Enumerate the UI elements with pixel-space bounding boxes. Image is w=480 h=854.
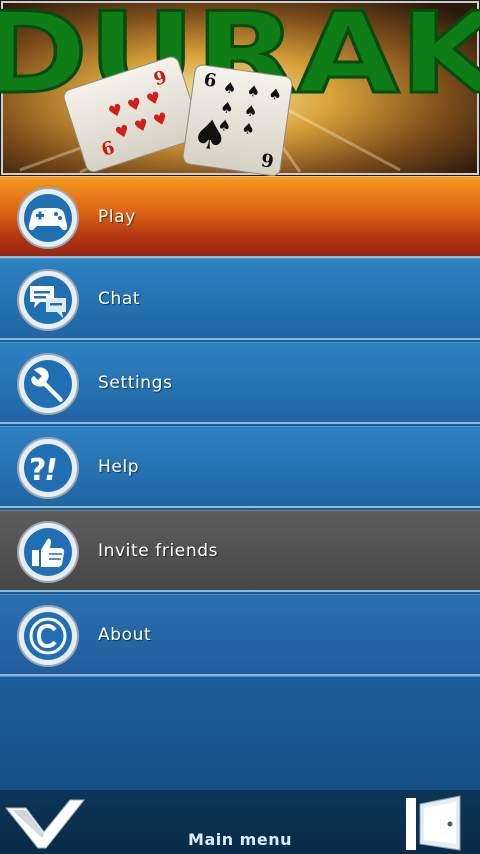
bottom-bar: Main menu	[0, 790, 480, 854]
menu-item-label: About	[98, 625, 152, 645]
menu-item-label: Invite friends	[98, 541, 219, 561]
menu-item-label: Settings	[98, 373, 173, 393]
wrench-icon	[17, 353, 79, 415]
exit-door-icon[interactable]	[402, 794, 464, 852]
menu-item-invite-friends[interactable]: Invite friends	[0, 510, 480, 592]
main-menu-list: Play Chat Settings ? ! Help Invite frien…	[0, 176, 480, 791]
chat-bubbles-icon	[17, 269, 79, 331]
card-nine-spades: 6 9 ♠ ♠ ♠ ♠ ♠ ♠ ♠ ♠	[182, 64, 293, 176]
svg-text:♠: ♠	[222, 78, 238, 98]
gamepad-icon	[17, 187, 79, 249]
menu-item-help[interactable]: ? ! Help	[0, 426, 480, 508]
svg-text:♠: ♠	[240, 119, 256, 139]
menu-item-play[interactable]: Play	[0, 176, 480, 258]
banner-artwork: DURAK 6 6 ♥ ♥ ♥ ♥ ♥ ♥ 6 9 ♠ ♠ ♠ ♠ ♠ ♠ ♠ ♠	[0, 0, 480, 176]
svg-text:♠: ♠	[243, 101, 259, 121]
menu-item-about[interactable]: About	[0, 594, 480, 676]
menu-item-label: Help	[98, 457, 140, 477]
svg-text:♠: ♠	[267, 84, 283, 104]
svg-text:♠: ♠	[189, 110, 231, 161]
game-banner: DURAK 6 6 ♥ ♥ ♥ ♥ ♥ ♥ 6 9 ♠ ♠ ♠ ♠ ♠ ♠ ♠ ♠	[0, 0, 480, 176]
menu-empty-area	[0, 676, 480, 791]
copyright-icon	[17, 605, 79, 667]
menu-item-chat[interactable]: Chat	[0, 258, 480, 340]
menu-item-label: Chat	[98, 289, 141, 309]
thumbs-up-icon	[17, 521, 79, 583]
question-exclamation-icon: ? !	[17, 437, 79, 499]
svg-text:♠: ♠	[246, 81, 262, 101]
menu-item-label: Play	[98, 207, 136, 227]
menu-item-settings[interactable]: Settings	[0, 342, 480, 424]
